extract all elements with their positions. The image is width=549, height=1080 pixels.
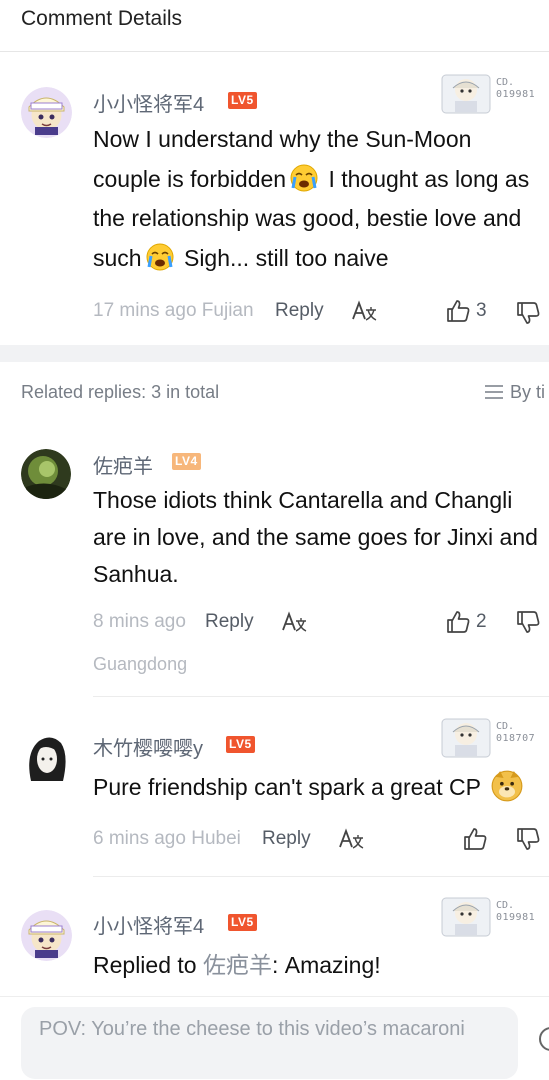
fan-badge-character-icon (441, 74, 491, 114)
comment-line: Those idiots think Cantarella and Changl… (93, 487, 513, 513)
timestamp: 6 mins ago (93, 828, 186, 849)
translate-icon[interactable] (281, 611, 307, 633)
comment-line: couple is forbidden I thought as long as (93, 160, 529, 200)
replied-user-link[interactable]: 佐疤羊 (203, 952, 272, 978)
sort-button[interactable]: By ti (484, 382, 545, 403)
comment-line-part: I thought as long as (322, 165, 530, 192)
crying-face-emoji (290, 164, 318, 191)
timestamp: 8 mins ago (93, 611, 186, 632)
username[interactable]: 小小怪将军4 (93, 910, 204, 939)
username[interactable]: 木竹樱嘤嘤y (93, 732, 203, 761)
thumbs-up-icon[interactable] (462, 826, 488, 852)
timestamp: 17 mins ago (93, 300, 197, 321)
reply-divider (93, 696, 549, 697)
fan-badge[interactable]: CD. 018707 (441, 718, 549, 758)
level-badge: LV5 (226, 736, 255, 753)
comment-line-part: couple is forbidden (93, 165, 287, 192)
comment-input[interactable]: POV: You’re the cheese to this video’s m… (21, 1007, 518, 1079)
comment-input-bar: POV: You’re the cheese to this video’s m… (0, 996, 549, 1080)
location: Fujian (201, 300, 254, 321)
location: Hubei (191, 828, 241, 849)
comment-meta: 6 mins ago Hubei (93, 828, 241, 850)
thumbs-down-icon[interactable] (515, 826, 541, 852)
location: Guangdong (93, 654, 188, 674)
fan-badge-code-number: 018707 (496, 733, 536, 744)
comment-line: Now I understand why the Sun-Moon (93, 126, 472, 152)
level-badge: LV5 (228, 914, 257, 931)
avatar[interactable] (21, 910, 72, 961)
thumbs-down-icon[interactable] (515, 300, 541, 326)
comment-line-part: such (93, 244, 142, 271)
replied-text: : Amazing! (271, 952, 381, 978)
thumbs-up-icon[interactable] (445, 298, 471, 324)
reply-button[interactable]: Reply (205, 611, 254, 633)
level-badge: LV4 (172, 453, 201, 470)
comment-line-part: Sigh... still too naive (177, 244, 389, 271)
fan-badge[interactable]: CD. 019981 (441, 74, 549, 114)
like-count: 3 (476, 300, 487, 321)
fan-badge-character-icon (441, 897, 491, 937)
username[interactable]: 佐疤羊 (93, 450, 153, 479)
translate-icon[interactable] (351, 300, 377, 322)
thumbs-down-icon[interactable] (515, 609, 541, 635)
level-badge: LV5 (228, 92, 257, 109)
thumbs-up-icon[interactable] (445, 609, 471, 635)
comment-text: Replied to 佐疤羊: Amazing! (93, 946, 381, 986)
fan-badge-code-number: 019981 (496, 912, 536, 923)
comment-text: Now I understand why the Sun-Moon couple… (93, 120, 529, 278)
reply-button[interactable]: Reply (262, 828, 311, 850)
fan-badge-character-icon (441, 718, 491, 758)
reply-button[interactable]: Reply (275, 300, 324, 322)
replied-prefix: Replied to (93, 952, 203, 978)
related-replies-count: Related replies: 3 in total (21, 382, 220, 402)
fan-badge-code-label: CD. (496, 77, 515, 88)
comment-line: the relationship was good, bestie love a… (93, 205, 522, 231)
comment-meta: 17 mins ago Fujian (93, 300, 254, 322)
doge-emoji (491, 770, 523, 802)
header-bar: Comment Details (0, 0, 549, 52)
username[interactable]: 小小怪将军4 (93, 88, 204, 117)
fan-badge[interactable]: CD. 019981 (441, 897, 549, 937)
comment-line: Sanhua. (93, 561, 179, 587)
comment-line: are in love, and the same goes for Jinxi… (93, 524, 538, 550)
section-separator (0, 345, 549, 362)
fan-badge-code-number: 019981 (496, 89, 536, 100)
comment-text: Those idiots think Cantarella and Changl… (93, 482, 538, 593)
translate-icon[interactable] (338, 828, 364, 850)
comment-line: Pure friendship can't spark a great CP (93, 774, 481, 800)
list-sort-icon (485, 385, 503, 399)
comment-line: such Sigh... still too naive (93, 239, 529, 279)
avatar[interactable] (21, 449, 71, 499)
comment-text: Pure friendship can't spark a great CP (93, 768, 527, 808)
fan-badge-code-label: CD. (496, 900, 515, 911)
avatar[interactable] (21, 733, 71, 783)
avatar[interactable] (21, 87, 72, 138)
sort-label: By ti (510, 382, 546, 402)
like-count: 2 (476, 611, 487, 632)
reply-divider (93, 876, 549, 877)
emoji-button-icon[interactable] (539, 1027, 549, 1051)
crying-face-emoji (146, 243, 174, 270)
fan-badge-code-label: CD. (496, 721, 515, 732)
page-title: Comment Details (21, 7, 183, 30)
